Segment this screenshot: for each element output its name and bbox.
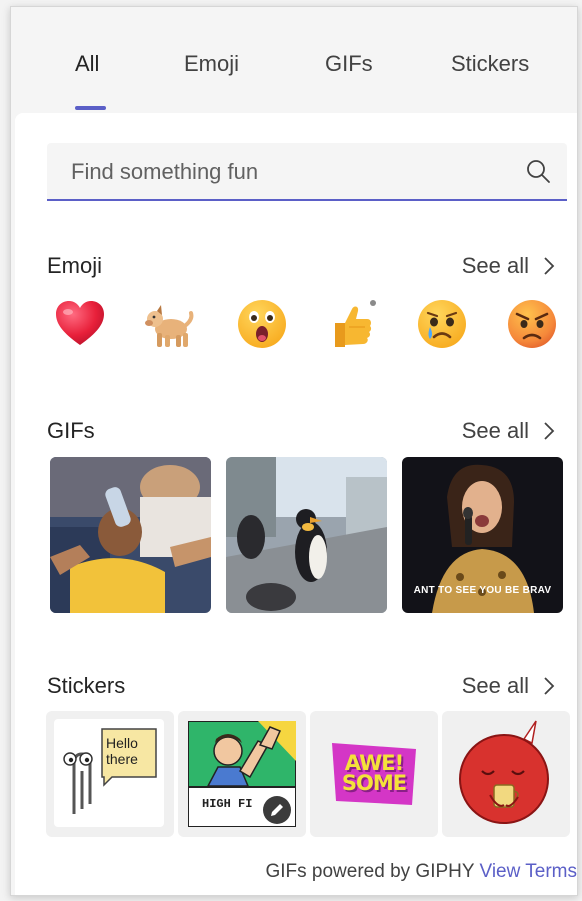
emoji-row — [53, 297, 563, 357]
singer-gif[interactable]: ANT TO SEE YOU BE BRAV — [402, 457, 563, 613]
heart-emoji-icon[interactable] — [53, 297, 107, 351]
sticker-speech-text: Hello there — [106, 735, 138, 767]
search-box[interactable] — [47, 143, 567, 201]
surprised-face-emoji-icon[interactable] — [235, 297, 289, 351]
see-all-label: See all — [461, 253, 529, 278]
search-icon[interactable] — [525, 158, 551, 184]
penguin-walking-gif[interactable] — [226, 457, 387, 613]
clippy-sticker[interactable]: Hello there — [46, 711, 174, 837]
dog-emoji-icon[interactable] — [143, 297, 197, 351]
tab-emoji[interactable]: Emoji — [184, 51, 239, 77]
stickers-see-all-link[interactable]: See all — [462, 673, 555, 699]
sticker-text: HIGH FI — [202, 797, 253, 811]
attribution-text: GIFs powered by GIPHY — [265, 861, 475, 882]
gif-caption: ANT TO SEE YOU BE BRAV — [413, 585, 552, 596]
angry-face-emoji-icon[interactable] — [505, 297, 559, 351]
sticker-text: AWE! SOME — [341, 751, 407, 795]
see-all-label: See all — [461, 418, 529, 443]
chevron-right-icon — [544, 257, 555, 275]
chevron-right-icon — [544, 677, 555, 695]
search-input[interactable] — [69, 157, 493, 187]
tab-gifs[interactable]: GIFs — [325, 51, 373, 77]
giphy-attribution: GIFs powered by GIPHY View Terms — [265, 861, 577, 883]
thumbs-up-emoji-icon[interactable] — [325, 297, 379, 351]
tab-all[interactable]: All — [75, 51, 99, 77]
awesome-sticker[interactable]: AWE! SOME — [310, 711, 438, 837]
tab-stickers[interactable]: Stickers — [451, 51, 529, 77]
chevron-right-icon — [544, 422, 555, 440]
red-creature-sticker[interactable] — [442, 711, 570, 837]
emoji-see-all-link[interactable]: See all — [462, 253, 555, 279]
emoji-section-title: Emoji — [47, 253, 103, 278]
content-panel: Emoji See all — [15, 113, 577, 895]
see-all-label: See all — [461, 673, 529, 698]
tab-bar: All Emoji GIFs Stickers — [11, 7, 577, 113]
picker-window: All Emoji GIFs Stickers Emoji See all — [10, 6, 578, 896]
view-terms-link[interactable]: View Terms — [480, 861, 578, 882]
high-five-sticker[interactable]: HIGH FI — [178, 711, 306, 837]
edit-pencil-icon[interactable] — [262, 795, 292, 825]
stickers-section-title: Stickers — [47, 673, 126, 698]
active-tab-indicator — [75, 106, 106, 110]
child-drinking-gif[interactable] — [50, 457, 211, 613]
gifs-section-title: GIFs — [47, 418, 95, 443]
red-creature-icon — [459, 720, 549, 824]
gifs-see-all-link[interactable]: See all — [462, 418, 555, 444]
crying-face-emoji-icon[interactable] — [415, 297, 469, 351]
